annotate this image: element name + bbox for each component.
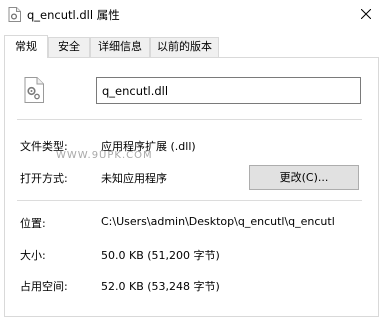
close-icon [361, 9, 371, 19]
separator [17, 200, 362, 201]
size-label: 大小: [20, 249, 46, 262]
file-name-field[interactable] [96, 77, 361, 104]
tab-strip: 常规 安全 详细信息 以前的版本 [0, 35, 383, 58]
location-value: C:\Users\admin\Desktop\q_encutl\q_encutl [101, 215, 335, 228]
tab-security[interactable]: 安全 [48, 37, 90, 57]
tab-previous-versions[interactable]: 以前的版本 [150, 37, 219, 57]
separator [17, 119, 362, 120]
dll-gear-file-icon [23, 77, 45, 103]
change-button[interactable]: 更改(C)... [249, 165, 359, 190]
watermark: WWW.9UPK.COM [56, 150, 153, 161]
title-bar: q_encutl.dll 属性 [0, 0, 383, 30]
location-label: 位置: [20, 217, 46, 230]
tab-details[interactable]: 详细信息 [90, 37, 150, 57]
tab-general[interactable]: 常规 [4, 35, 48, 58]
window-title: q_encutl.dll 属性 [27, 8, 120, 22]
size-value: 50.0 KB (51,200 字节) [101, 249, 220, 262]
size-on-disk-value: 52.0 KB (53,248 字节) [101, 280, 220, 293]
open-with-label: 打开方式: [20, 172, 68, 185]
close-button[interactable] [349, 0, 383, 29]
size-on-disk-label: 占用空间: [20, 280, 68, 293]
open-with-value: 未知应用程序 [101, 172, 167, 185]
dll-file-icon [8, 7, 21, 22]
